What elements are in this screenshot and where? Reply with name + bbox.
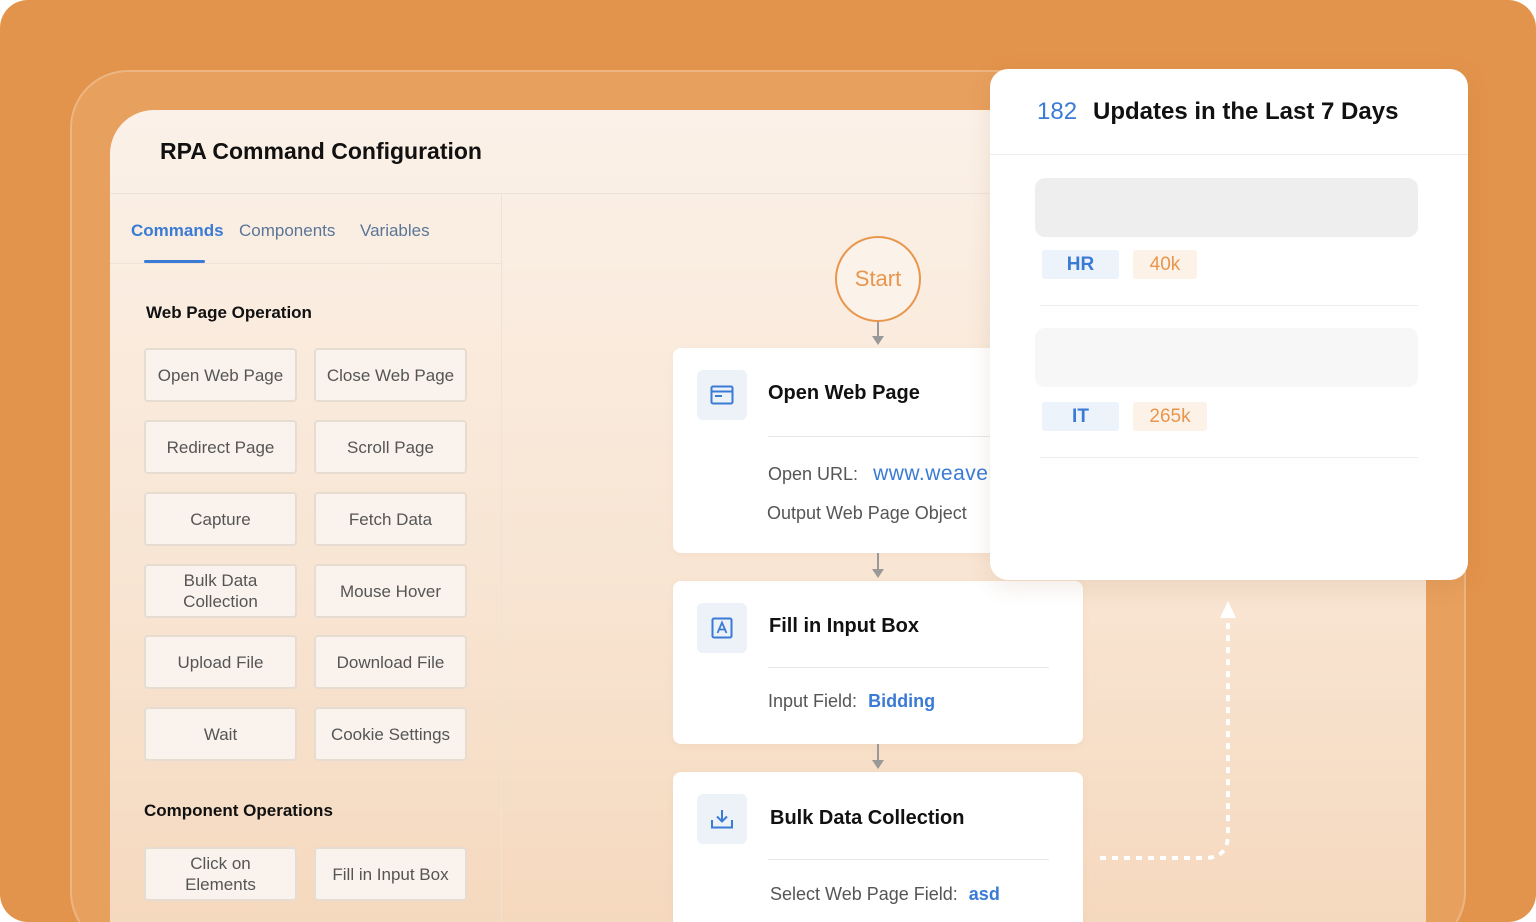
field-label: Select Web Page Field: [770,884,958,904]
mouse-hover-button[interactable]: Mouse Hover [314,564,467,618]
node-title: Fill in Input Box [769,615,919,637]
section-title-web-page-operation: Web Page Operation [146,303,312,322]
click-on-elements-button[interactable]: Click on Elements [144,847,297,901]
divider [1040,457,1418,458]
command-sidebar: Commands Components Variables Web Page O… [110,194,502,922]
fill-in-input-box-button[interactable]: Fill in Input Box [314,847,467,901]
connector-line [877,553,879,569]
start-node[interactable]: Start [835,236,921,322]
scroll-page-button[interactable]: Scroll Page [314,420,467,474]
browser-window-icon [697,370,747,420]
field-label: Open URL: [768,464,859,484]
close-web-page-button[interactable]: Close Web Page [314,348,467,402]
node-divider [768,667,1049,668]
dept-tag: IT [1042,402,1119,431]
field-value[interactable]: Bidding [868,691,935,711]
value-tag: 40k [1133,250,1197,279]
open-web-page-button[interactable]: Open Web Page [144,348,297,402]
updates-panel: 182 Updates in the Last 7 Days HR 40k IT… [990,69,1468,580]
dept-tag: HR [1042,250,1119,279]
updates-title: Updates in the Last 7 Days [1093,98,1399,125]
background-frame: RPA Command Configuration Commands Compo… [0,0,1536,922]
tab-variables[interactable]: Variables [360,221,430,241]
connector-arrow [872,336,884,345]
updates-count: 182 [1037,98,1078,125]
tab-components[interactable]: Components [239,221,335,241]
node-field-row: Select Web Page Field: asd [770,884,1000,905]
placeholder-bar [1035,328,1418,387]
data-flow-path [1100,601,1236,860]
connector-line [877,322,879,336]
redirect-page-button[interactable]: Redirect Page [144,420,297,474]
upload-file-button[interactable]: Upload File [144,635,297,689]
node-divider [768,859,1049,860]
field-label: Input Field: [768,691,858,711]
value-tag: 265k [1133,402,1207,431]
cookie-settings-button[interactable]: Cookie Settings [314,707,467,761]
text-input-icon [697,603,747,653]
download-file-button[interactable]: Download File [314,635,467,689]
fetch-data-button[interactable]: Fetch Data [314,492,467,546]
flow-node-fill-in-input-box[interactable]: Fill in Input Box Input Field: Bidding [673,581,1083,744]
node-title: Open Web Page [768,382,920,404]
connector-line [877,744,879,760]
updates-header: 182 Updates in the Last 7 Days [990,69,1468,155]
capture-button[interactable]: Capture [144,492,297,546]
download-icon [697,794,747,844]
field-value[interactable]: asd [969,884,1000,904]
field-label: Output Web Page Object [767,503,967,523]
tab-commands[interactable]: Commands [131,221,224,241]
sidebar-tabs: Commands Components Variables [110,194,501,264]
node-field-row: Open URL: www.weaver [768,462,996,486]
divider [1040,305,1418,306]
section-title-component-operations: Component Operations [144,801,333,820]
placeholder-bar [1035,178,1418,237]
connector-arrow [872,569,884,578]
wait-button[interactable]: Wait [144,707,297,761]
bulk-data-collection-button[interactable]: Bulk Data Collection [144,564,297,618]
url-value[interactable]: www.weaver [873,462,996,485]
page-title: RPA Command Configuration [160,138,482,164]
active-tab-indicator [144,260,205,263]
start-label: Start [854,266,902,291]
node-field-row: Input Field: Bidding [768,691,935,712]
flow-node-bulk-data-collection[interactable]: Bulk Data Collection Select Web Page Fie… [673,772,1083,922]
node-title: Bulk Data Collection [770,807,965,829]
connector-arrow [872,760,884,769]
